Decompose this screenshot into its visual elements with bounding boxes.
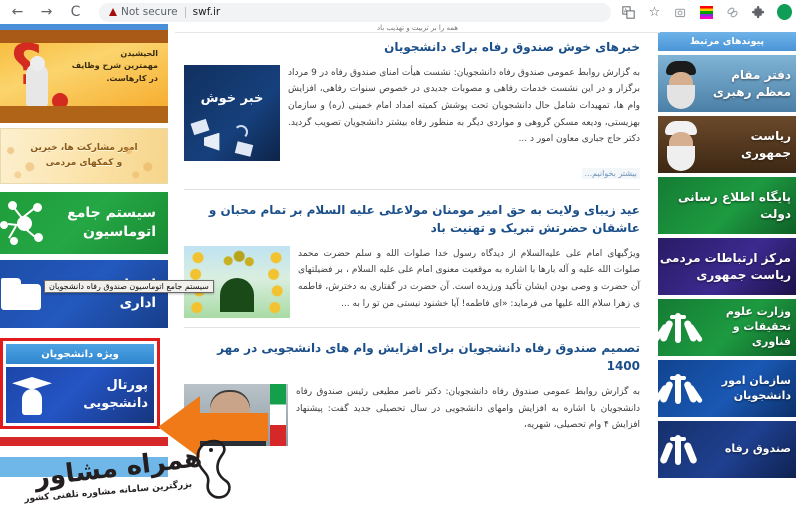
- ornament-right-decoration: [119, 129, 167, 183]
- student-portal-highlight-box[interactable]: ویژه دانشجویان پورتال دانشجویی: [0, 338, 160, 429]
- person-suit: [196, 431, 266, 446]
- extensions-puzzle-icon[interactable]: [751, 5, 766, 20]
- article-body-text: به گزارش روابط عمومی صندوق رفاه دانشجویا…: [288, 67, 640, 145]
- bottom-partial-banner[interactable]: [0, 437, 168, 477]
- link-ministry-science[interactable]: وزارت علوم تحقیقات و فناوری: [658, 299, 796, 356]
- link-dolat-label: پایگاه اطلاع رسانی دولت: [677, 190, 791, 221]
- iran-flag-icon: [270, 383, 286, 446]
- translate-icon[interactable]: A: [621, 5, 636, 20]
- automation-system-line1: سیستم جامع: [67, 205, 156, 222]
- flower-garland-icon: [264, 249, 288, 314]
- envelope-icon: [190, 118, 210, 135]
- link-ministry-science-line1: وزارت علوم: [725, 305, 791, 319]
- question-banner-line2: مهمترین شرح وظایف: [71, 61, 158, 71]
- related-links-header: پیوندهای مرتبط: [658, 32, 796, 51]
- automation-system-banner[interactable]: سیستم جامع اتوماسیون: [0, 192, 168, 254]
- welfare-emblem-icon: [658, 431, 698, 469]
- article-thumbnail[interactable]: [184, 383, 288, 446]
- article-body-text: ویژگیهای امام علی علیه‌السلام از دیدگاه …: [298, 248, 640, 309]
- portal-header-label: ویژه دانشجویان: [6, 344, 154, 364]
- link-student-affairs-line1: سازمان امور: [721, 373, 791, 387]
- automation-tooltip: سیستم جامع اتوماسیون صندوق رفاه دانشجویا…: [44, 280, 214, 293]
- main-content: خبرهای خوش صندوق رفاه برای دانشجویان به …: [172, 24, 654, 509]
- student-portal-text: پورتال دانشجویی: [54, 377, 148, 413]
- web-page: همه را بر تربیت و تهذیب باد ؟ الحیشیدن م…: [0, 24, 800, 509]
- back-arrow-icon[interactable]: ←: [10, 5, 25, 20]
- question-banner-line3: در کارهاست.: [106, 73, 158, 83]
- screenshot-icon[interactable]: [673, 5, 688, 20]
- article-title[interactable]: تصمیم صندوق رفاه دانشجویان برای افزایش و…: [184, 339, 640, 376]
- thumbnail-label: خبر خوش: [200, 90, 264, 106]
- warning-triangle-icon: [109, 8, 117, 16]
- sound-wave-icon: [234, 124, 248, 139]
- envelope-icon: [234, 140, 254, 157]
- link-public-relations-label: مرکز ارتباطات مردمی ریاست جمهوری: [659, 251, 791, 282]
- link-clip-icon[interactable]: [725, 5, 740, 20]
- office-automation-banner[interactable]: اتوماسیون اداری: [0, 260, 168, 328]
- article-news-1: خبرهای خوش صندوق رفاه برای دانشجویان به …: [184, 38, 640, 180]
- link-student-affairs[interactable]: سازمان امور دانشجویان: [658, 360, 796, 417]
- question-banner[interactable]: ؟ الحیشیدن مهمترین شرح وظایف در کارهاست.: [0, 30, 168, 123]
- left-sidebar: ؟ الحیشیدن مهمترین شرح وظایف در کارهاست.…: [0, 24, 172, 509]
- profile-avatar-icon[interactable]: [777, 4, 792, 20]
- megaphone-icon: [204, 132, 220, 151]
- link-welfare-fund[interactable]: صندوق رفاه: [658, 421, 796, 478]
- iran-emblem-icon: [658, 309, 704, 347]
- president-portrait: [658, 116, 704, 173]
- link-dolat[interactable]: پایگاه اطلاع رسانی دولت: [658, 177, 796, 234]
- right-sidebar: پیوندهای مرتبط دفتر مقام معظم رهبری ریاس…: [654, 24, 800, 509]
- reload-icon[interactable]: C: [68, 5, 83, 20]
- link-ministry-science-line2: تحقیقات و فناوری: [732, 320, 791, 348]
- bookmark-star-icon[interactable]: ☆: [647, 5, 662, 20]
- browser-action-icons: A ☆: [621, 4, 792, 20]
- student-portal-button[interactable]: پورتال دانشجویی: [6, 367, 154, 423]
- url-text: swf.ir: [192, 6, 221, 18]
- student-portal-line1: پورتال: [106, 377, 148, 393]
- office-automation-line2: اداری: [119, 295, 156, 311]
- link-presidency[interactable]: ریاست جمهوری: [658, 116, 796, 173]
- browser-toolbar: ← → C Not secure swf.ir A ☆: [0, 0, 800, 24]
- address-bar[interactable]: Not secure swf.ir: [99, 2, 611, 22]
- omnibox-divider: [184, 6, 186, 18]
- leader-portrait: [658, 55, 704, 112]
- read-more-link[interactable]: بیشتر بخوانیم...: [581, 167, 640, 179]
- automation-system-text: سیستم جامع اتوماسیون: [48, 204, 156, 242]
- question-banner-line1: الحیشیدن: [120, 49, 158, 58]
- article-thumbnail[interactable]: خبر خوش: [184, 64, 280, 161]
- ornament-left-decoration: [1, 129, 49, 183]
- tree-decoration-icon: [215, 249, 259, 268]
- question-banner-text: الحیشیدن مهمترین شرح وظایف در کارهاست.: [72, 48, 158, 85]
- charity-banner[interactable]: امور مشارکت ها، خیرین و کمکهای مردمی: [0, 128, 168, 184]
- automation-system-line2: اتوماسیون: [83, 224, 156, 240]
- security-status-label: Not secure: [121, 6, 178, 18]
- article-divider: [184, 326, 640, 328]
- article-divider: [184, 188, 640, 190]
- link-welfare-fund-label: صندوق رفاه: [724, 442, 791, 456]
- student-portal-line2: دانشجویی: [83, 396, 148, 411]
- shrine-arch-icon: [220, 277, 254, 312]
- figure-head-icon: [30, 56, 45, 71]
- network-nodes-icon: [0, 199, 48, 247]
- link-leader[interactable]: دفتر مقام معظم رهبری: [658, 55, 796, 112]
- link-presidency-label: ریاست جمهوری: [740, 129, 791, 160]
- link-ministry-science-label: وزارت علوم تحقیقات و فناوری: [701, 305, 796, 350]
- article-body-text: به گزارش روابط عمومی صندوق رفاه دانشجویا…: [296, 386, 640, 431]
- article-news-3: تصمیم صندوق رفاه دانشجویان برای افزایش و…: [184, 339, 640, 446]
- navigation-buttons: ← → C: [6, 5, 83, 20]
- link-leader-label: دفتر مقام معظم رهبری: [712, 68, 791, 99]
- graduation-cap-icon: [10, 375, 54, 415]
- iran-emblem-icon: [658, 370, 704, 408]
- folder-icon: [0, 275, 46, 313]
- forward-arrow-icon[interactable]: →: [39, 5, 54, 20]
- link-student-affairs-line2: دانشجویان: [733, 388, 791, 402]
- security-status[interactable]: Not secure: [109, 6, 178, 18]
- link-public-relations[interactable]: مرکز ارتباطات مردمی ریاست جمهوری: [658, 238, 796, 295]
- article-title[interactable]: عید زیبای ولایت به حق امیر مومنان مولاعل…: [184, 201, 640, 238]
- link-student-affairs-label: سازمان امور دانشجویان: [701, 374, 796, 404]
- article-title[interactable]: خبرهای خوش صندوق رفاه برای دانشجویان: [184, 38, 640, 57]
- figure-ball-icon: [52, 93, 68, 109]
- article-news-2: عید زیبای ولایت به حق امیر مومنان مولاعل…: [184, 201, 640, 318]
- color-picker-icon[interactable]: [699, 5, 714, 20]
